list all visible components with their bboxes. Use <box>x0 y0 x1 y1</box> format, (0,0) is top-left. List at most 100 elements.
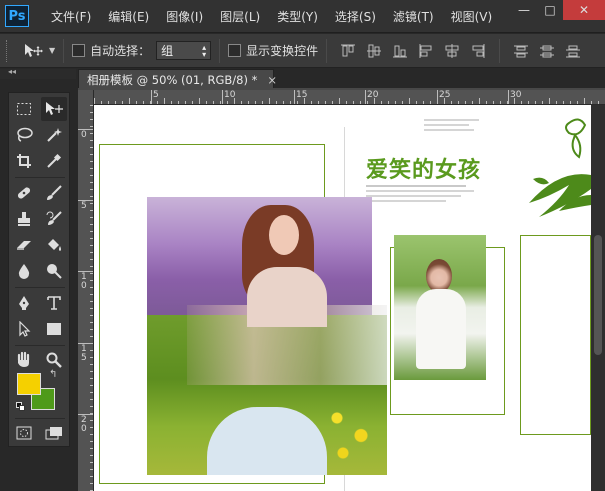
auto-select-checkbox[interactable] <box>72 44 86 57</box>
ruler-tick <box>90 476 93 477</box>
screen-mode-button[interactable] <box>41 421 67 445</box>
distribute-bottom-icon[interactable] <box>565 43 581 59</box>
clone-stamp-tool[interactable] <box>11 207 37 231</box>
eraser-icon <box>17 241 31 250</box>
vertical-ruler[interactable]: 0 5 1 0 1 5 2 0 <box>78 90 94 491</box>
ruler-tick <box>556 101 557 104</box>
ruler-tick <box>360 101 361 104</box>
crop-tool[interactable] <box>11 149 37 173</box>
ruler-tick <box>206 101 207 104</box>
blur-icon <box>18 264 30 279</box>
type-tool[interactable] <box>41 291 67 315</box>
close-icon[interactable]: × <box>267 73 277 87</box>
ruler-tick <box>90 350 93 351</box>
ruler-tick <box>90 126 93 127</box>
rectangle-shape-icon <box>47 323 61 335</box>
eraser-tool[interactable] <box>11 233 37 257</box>
align-bottom-icon[interactable] <box>392 43 408 59</box>
chevron-down-icon: ▼ <box>49 46 56 55</box>
menu-file[interactable]: 文件(F) <box>51 8 91 25</box>
pen-tool[interactable] <box>11 291 37 315</box>
move-tool[interactable] <box>41 97 67 121</box>
ruler-tick <box>90 189 93 190</box>
ruler-tick <box>283 101 284 104</box>
menu-select[interactable]: 选择(S) <box>335 8 376 25</box>
document-tab[interactable]: 相册模板 @ 50% (01, RGB/8) * × <box>78 69 277 89</box>
rect-marquee-tool[interactable] <box>11 97 37 121</box>
healing-brush-tool[interactable] <box>11 181 37 205</box>
ruler-tick <box>90 210 93 211</box>
default-colors-icon[interactable] <box>16 402 26 412</box>
paint-bucket-tool[interactable] <box>41 233 67 257</box>
paint-bucket-icon <box>48 239 61 251</box>
ruler-tick <box>192 101 193 104</box>
ruler-tick <box>90 182 93 183</box>
ruler-tick <box>90 315 93 316</box>
foreground-color-swatch[interactable] <box>17 373 41 395</box>
ruler-tick <box>90 336 93 337</box>
ruler-tick <box>332 101 333 104</box>
document-canvas[interactable]: 爱笑的女孩 <box>94 105 591 491</box>
lasso-tool[interactable] <box>11 123 37 147</box>
history-brush-tool[interactable] <box>41 207 67 231</box>
align-top-icon[interactable] <box>340 43 356 59</box>
swap-colors-icon[interactable]: ↰ <box>49 369 57 380</box>
ruler-tick <box>143 101 144 104</box>
right-subtext-lines <box>424 119 479 131</box>
photo-main-collage[interactable] <box>147 197 387 475</box>
rectangle-shape-tool[interactable] <box>41 317 67 341</box>
ruler-tick <box>90 294 93 295</box>
path-selection-tool[interactable] <box>11 317 37 341</box>
align-left-icon[interactable] <box>418 43 434 59</box>
blur-tool[interactable] <box>11 259 37 283</box>
brush-tool[interactable] <box>41 181 67 205</box>
show-transform-checkbox[interactable] <box>228 44 242 57</box>
distribute-top-icon[interactable] <box>513 43 529 59</box>
photo-girl-white-dress[interactable] <box>394 235 486 380</box>
ruler-tick <box>346 101 347 104</box>
magic-wand-icon <box>47 128 62 142</box>
eyedropper-tool[interactable] <box>41 149 67 173</box>
align-hcenter-icon[interactable] <box>444 43 460 59</box>
menu-layer[interactable]: 图层(L) <box>220 8 260 25</box>
ruler-tick <box>90 147 93 148</box>
horizontal-ruler[interactable]: 5 10 15 20 25 30 <box>94 90 605 105</box>
ruler-tick <box>90 434 93 435</box>
distribute-vcenter-icon[interactable] <box>539 43 555 59</box>
hand-tool[interactable] <box>11 348 37 372</box>
ruler-tick <box>157 101 158 104</box>
align-vcenter-icon[interactable] <box>366 43 382 59</box>
ruler-tick <box>90 252 93 253</box>
panel-collapse-strip[interactable]: ◂◂ <box>0 67 76 79</box>
restore-button[interactable]: □ <box>537 0 563 20</box>
ruler-major-tick <box>78 343 93 344</box>
ruler-tick <box>90 357 93 358</box>
auto-select-dropdown[interactable]: 组 ▴ ▾ <box>156 41 212 60</box>
ruler-tick <box>465 101 466 104</box>
menu-type[interactable]: 类型(Y) <box>277 8 318 25</box>
ruler-tick <box>430 101 431 104</box>
dodge-tool[interactable] <box>41 259 67 283</box>
ruler-tick <box>90 378 93 379</box>
menu-edit[interactable]: 编辑(E) <box>108 8 149 25</box>
options-bar-grip[interactable] <box>6 39 9 62</box>
vertical-scrollbar[interactable] <box>591 105 605 491</box>
move-icon <box>25 43 43 57</box>
scrollbar-thumb[interactable] <box>594 235 602 355</box>
menu-image[interactable]: 图像(I) <box>166 8 203 25</box>
minimize-button[interactable]: — <box>511 0 537 20</box>
ruler-tick <box>598 101 599 104</box>
rect-marquee-icon <box>17 103 31 115</box>
photoshop-window: Ps 文件(F) 编辑(E) 图像(I) 图层(L) 类型(Y) 选择(S) 滤… <box>0 0 605 491</box>
menu-view[interactable]: 视图(V) <box>451 8 493 25</box>
quick-mask-button[interactable] <box>11 421 37 445</box>
menu-filter[interactable]: 滤镜(T) <box>393 8 434 25</box>
ruler-tick <box>248 101 249 104</box>
brush-icon <box>47 185 62 200</box>
photo-girl-head <box>426 259 452 293</box>
align-right-icon[interactable] <box>470 43 486 59</box>
close-button[interactable]: ✕ <box>563 0 605 20</box>
magic-wand-tool[interactable] <box>41 123 67 147</box>
tool-preset-picker[interactable]: ▼ <box>23 43 55 59</box>
ruler-tick <box>90 448 93 449</box>
